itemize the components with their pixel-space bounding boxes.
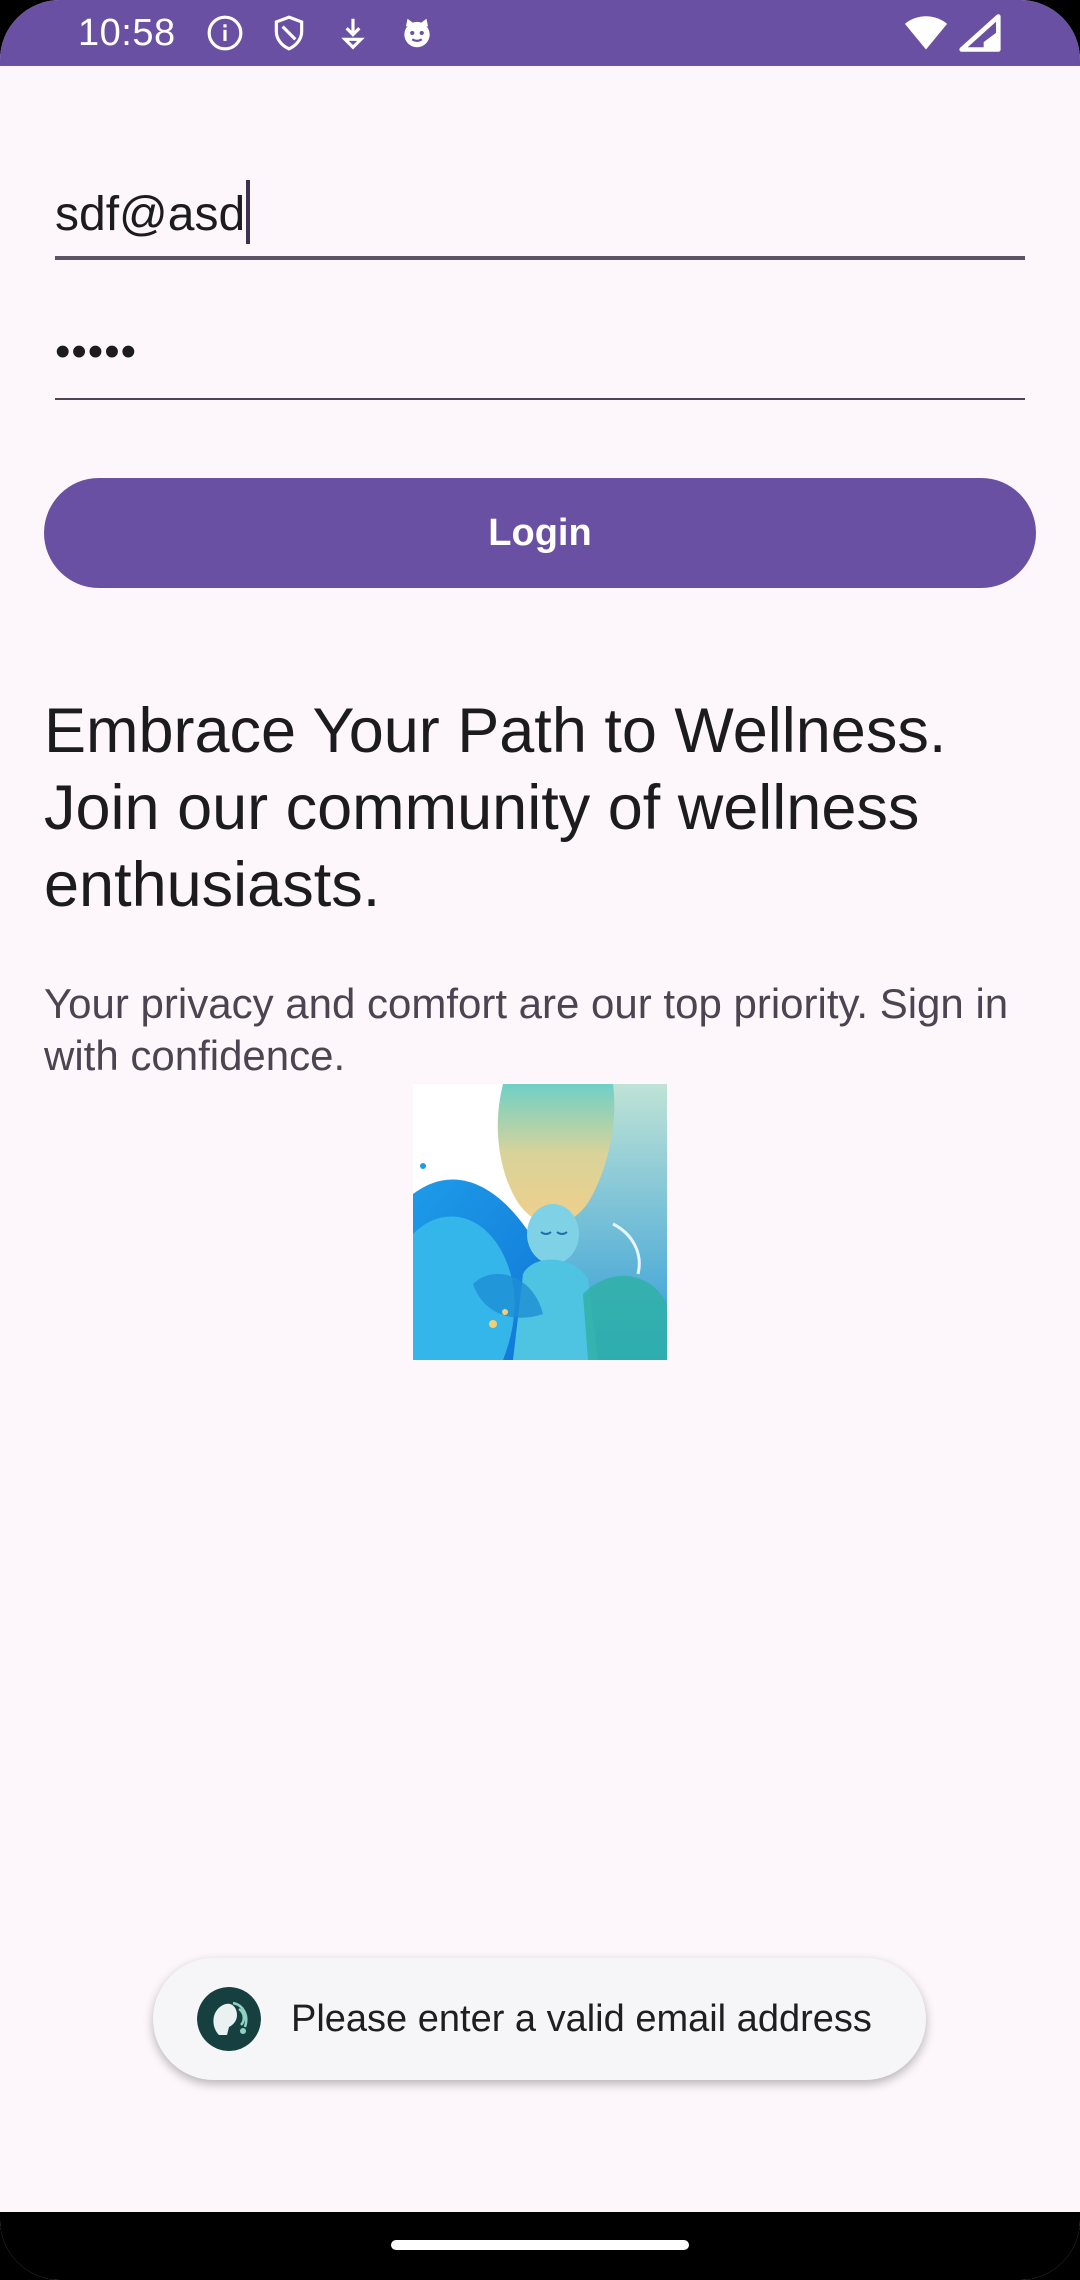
screen: 10:58 sdf@asd ••••• Login Embrace Your P… bbox=[0, 0, 1080, 2280]
shield-icon bbox=[274, 15, 303, 51]
email-field[interactable]: sdf@asd bbox=[55, 165, 1025, 260]
wellness-illustration bbox=[413, 1084, 667, 1360]
status-time: 10:58 bbox=[78, 11, 176, 54]
password-value: ••••• bbox=[55, 327, 138, 376]
subtext: Your privacy and comfort are our top pri… bbox=[44, 980, 1009, 1079]
email-value: sdf@asd bbox=[55, 180, 251, 244]
login-button[interactable]: Login bbox=[44, 478, 1036, 588]
toast-message: Please enter a valid email address bbox=[291, 1997, 872, 2040]
headline: Embrace Your Path to Wellness. Join our … bbox=[44, 696, 947, 920]
download-icon bbox=[340, 18, 365, 50]
status-icons-right bbox=[904, 14, 1002, 52]
home-indicator[interactable] bbox=[391, 2240, 689, 2250]
cellular-signal-icon bbox=[959, 14, 1001, 52]
password-field[interactable]: ••••• bbox=[55, 318, 1025, 400]
status-icons-left bbox=[206, 14, 436, 52]
info-icon bbox=[207, 15, 243, 51]
status-bar: 10:58 bbox=[0, 0, 1080, 66]
cat-face-icon bbox=[403, 18, 430, 48]
wifi-icon bbox=[904, 16, 948, 50]
text-cursor bbox=[246, 180, 251, 244]
toast: Please enter a valid email address bbox=[153, 1958, 926, 2080]
app-logo-icon bbox=[197, 1987, 261, 2051]
